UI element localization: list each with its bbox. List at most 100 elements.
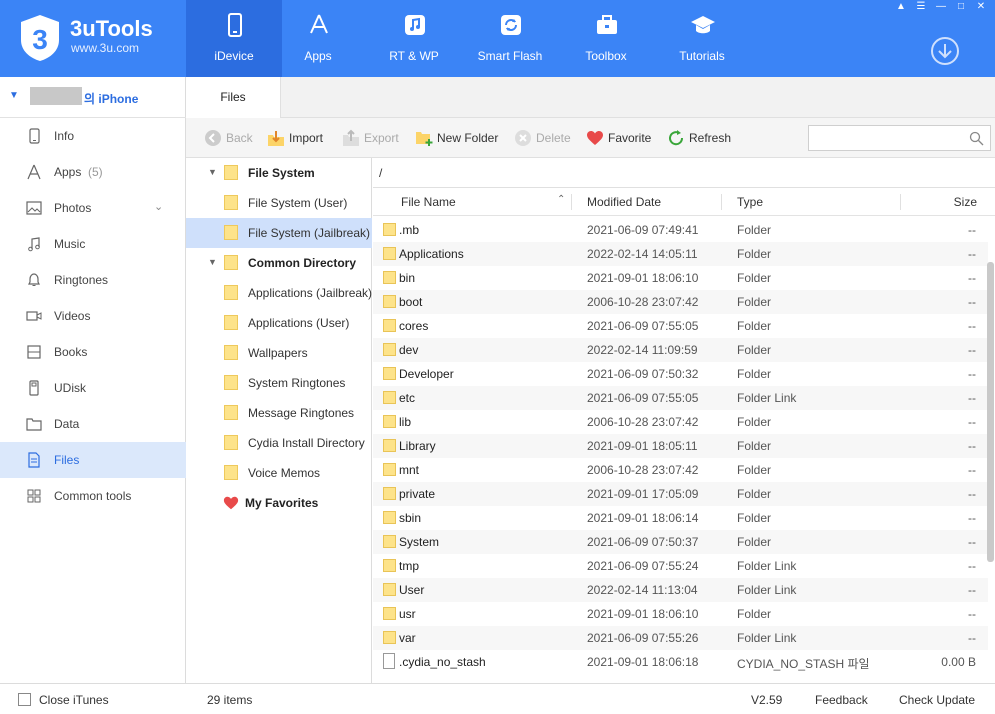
table-row[interactable]: .cydia_no_stash 2021-09-01 18:06:18 CYDIA_…: [373, 650, 988, 674]
apps-icon: [27, 164, 41, 180]
column-header-size[interactable]: Size: [954, 195, 977, 209]
column-header-date[interactable]: Modified Date: [587, 195, 661, 209]
folder-icon: [383, 343, 396, 356]
expand-arrow-icon[interactable]: ▼: [208, 167, 217, 177]
chevron-down-icon[interactable]: ⌄: [154, 200, 163, 213]
sidebar-item-photos[interactable]: Photos ⌄: [0, 190, 186, 226]
folder-icon: [383, 391, 396, 404]
download-icon[interactable]: [930, 36, 960, 66]
tree-node-label: Cydia Install Directory: [248, 436, 365, 450]
folder-icon: [224, 405, 238, 420]
table-row[interactable]: .mb 2021-06-09 07:49:41 Folder --: [373, 218, 988, 242]
nav-tab-toolbox[interactable]: Toolbox: [558, 0, 654, 77]
sidebar-item-files[interactable]: Files: [0, 442, 186, 478]
folder-icon: [383, 295, 396, 308]
feedback-link[interactable]: Feedback: [815, 693, 868, 707]
tree-node-label: File System (Jailbreak): [248, 226, 371, 240]
expand-arrow-icon[interactable]: ▼: [208, 257, 217, 267]
nav-tab-label: Smart Flash: [477, 49, 543, 63]
sidebar-item-common-tools[interactable]: Common tools: [0, 478, 186, 514]
close-itunes-checkbox[interactable]: [18, 693, 31, 706]
sidebar-item-label: Videos: [54, 309, 91, 323]
menu-button[interactable]: ☰: [912, 0, 930, 14]
search-input[interactable]: [808, 125, 991, 151]
tree-node[interactable]: Applications (Jailbreak): [186, 278, 372, 308]
nav-tab-tutorials[interactable]: Tutorials: [654, 0, 750, 77]
table-row[interactable]: usr 2021-09-01 18:06:10 Folder --: [373, 602, 988, 626]
table-row[interactable]: bin 2021-09-01 18:06:10 Folder --: [373, 266, 988, 290]
sidebar-item-videos[interactable]: Videos: [0, 298, 186, 334]
path-bar[interactable]: /: [373, 158, 995, 188]
tree-node[interactable]: Applications (User): [186, 308, 372, 338]
table-row[interactable]: Developer 2021-06-09 07:50:32 Folder --: [373, 362, 988, 386]
table-row[interactable]: Library 2021-09-01 18:05:11 Folder --: [373, 434, 988, 458]
table-row[interactable]: dev 2022-02-14 11:09:59 Folder --: [373, 338, 988, 362]
tree-node[interactable]: Message Ringtones: [186, 398, 372, 428]
type-cell: Folder: [737, 415, 772, 429]
table-row[interactable]: var 2021-06-09 07:55:26 Folder Link --: [373, 626, 988, 650]
skin-button[interactable]: ▲: [892, 0, 910, 14]
tree-node[interactable]: ▼ Common Directory: [186, 248, 372, 278]
maximize-button[interactable]: □: [952, 0, 970, 14]
file-name-cell: etc: [399, 391, 416, 405]
tree-node[interactable]: Wallpapers: [186, 338, 372, 368]
table-row[interactable]: private 2021-09-01 17:05:09 Folder --: [373, 482, 988, 506]
book-icon: [27, 345, 41, 359]
info-phone-icon: [29, 128, 40, 144]
folder-icon: [383, 319, 396, 332]
nav-tab-rt-wp[interactable]: RT & WP: [366, 0, 462, 77]
tab-files[interactable]: Files: [186, 77, 281, 118]
tree-node[interactable]: ▼ File System: [186, 158, 372, 188]
collapse-arrow-icon[interactable]: ▼: [9, 90, 19, 101]
nav-tab-apps[interactable]: Apps: [270, 0, 366, 77]
sidebar-item-ringtones[interactable]: Ringtones: [0, 262, 186, 298]
tree-node[interactable]: Voice Memos: [186, 458, 372, 488]
tree-node[interactable]: System Ringtones: [186, 368, 372, 398]
version-label: V2.59: [751, 693, 783, 707]
size-cell: --: [968, 391, 976, 405]
tree-node[interactable]: Cydia Install Directory: [186, 428, 372, 458]
folder-icon: [383, 607, 396, 620]
table-row[interactable]: cores 2021-06-09 07:55:05 Folder --: [373, 314, 988, 338]
column-divider[interactable]: [571, 194, 572, 210]
sidebar-item-music[interactable]: Music: [0, 226, 186, 262]
minimize-button[interactable]: —: [932, 0, 950, 14]
device-selector[interactable]: ▼ 의 iPhone: [0, 77, 186, 118]
table-row[interactable]: System 2021-06-09 07:50:37 Folder --: [373, 530, 988, 554]
nav-tab-idevice[interactable]: iDevice: [186, 0, 282, 77]
close-window-button[interactable]: ✕: [972, 0, 990, 14]
tree-node[interactable]: File System (User): [186, 188, 372, 218]
table-row[interactable]: boot 2006-10-28 23:07:42 Folder --: [373, 290, 988, 314]
check-update-link[interactable]: Check Update: [899, 693, 975, 707]
item-count: 29 items: [207, 693, 253, 707]
tree-node-label: My Favorites: [245, 496, 319, 510]
nav-tab-smart-flash[interactable]: Smart Flash: [462, 0, 558, 77]
vertical-scrollbar[interactable]: [987, 262, 994, 562]
size-cell: --: [968, 535, 976, 549]
sidebar-item-data[interactable]: Data: [0, 406, 186, 442]
search-icon[interactable]: [969, 131, 984, 146]
table-row[interactable]: etc 2021-06-09 07:55:05 Folder Link --: [373, 386, 988, 410]
tree-node[interactable]: My Favorites: [186, 488, 372, 518]
folder-icon: [224, 435, 238, 450]
close-itunes-label[interactable]: Close iTunes: [39, 693, 109, 707]
sidebar-item-books[interactable]: Books: [0, 334, 186, 370]
sidebar-item-apps[interactable]: Apps (5): [0, 154, 186, 190]
table-row[interactable]: User 2022-02-14 11:13:04 Folder Link --: [373, 578, 988, 602]
column-header-type[interactable]: Type: [737, 195, 763, 209]
file-name-cell: dev: [399, 343, 419, 357]
file-name-cell: User: [399, 583, 425, 597]
table-row[interactable]: Applications 2022-02-14 14:05:11 Folder --: [373, 242, 988, 266]
column-divider[interactable]: [900, 194, 901, 210]
table-row[interactable]: mnt 2006-10-28 23:07:42 Folder --: [373, 458, 988, 482]
tree-node[interactable]: File System (Jailbreak): [186, 218, 372, 248]
modified-date-cell: 2021-09-01 18:06:18: [587, 655, 699, 669]
sidebar-item-info[interactable]: Info: [0, 118, 186, 154]
column-header-name[interactable]: File Name: [401, 195, 456, 209]
column-divider[interactable]: [721, 194, 722, 210]
table-row[interactable]: tmp 2021-06-09 07:55:24 Folder Link --: [373, 554, 988, 578]
table-row[interactable]: sbin 2021-09-01 18:06:14 Folder --: [373, 506, 988, 530]
table-row[interactable]: lib 2006-10-28 23:07:42 Folder --: [373, 410, 988, 434]
size-cell: --: [968, 223, 976, 237]
sidebar-item-udisk[interactable]: UDisk: [0, 370, 186, 406]
